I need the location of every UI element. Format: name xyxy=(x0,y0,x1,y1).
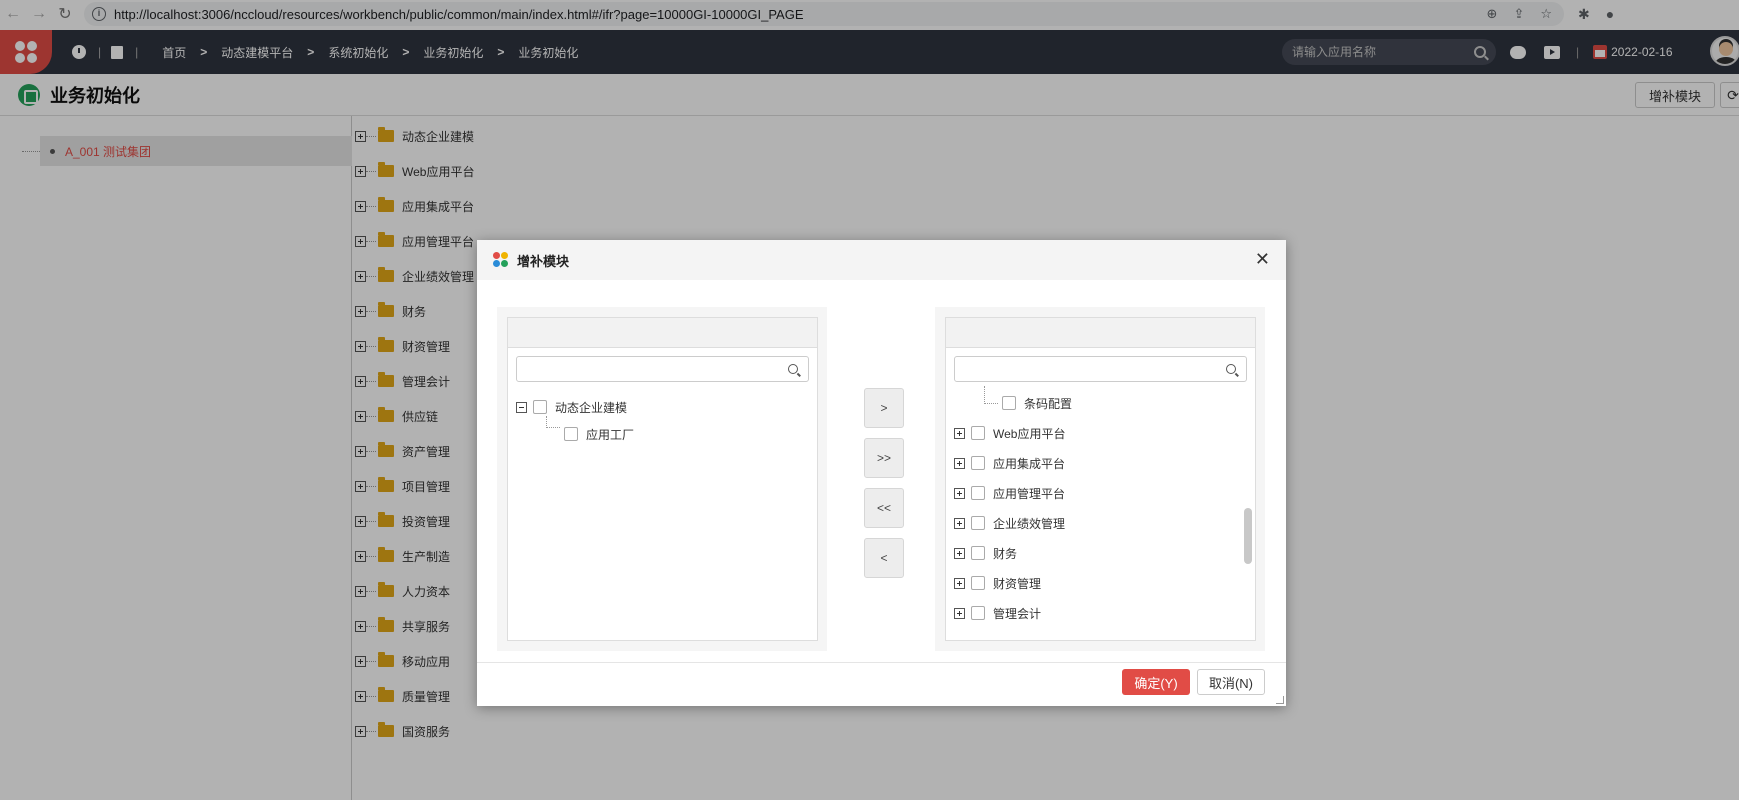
move-left-button[interactable]: < xyxy=(864,538,904,578)
tree-node[interactable]: 财务 xyxy=(954,544,1017,562)
tree-node[interactable]: Web应用平台 xyxy=(954,424,1065,442)
checkbox[interactable] xyxy=(971,456,985,470)
tree-node[interactable]: 企业绩效管理 xyxy=(954,514,1065,532)
checkbox[interactable] xyxy=(971,486,985,500)
tree-node[interactable]: 管理会计 xyxy=(954,604,1041,622)
checkbox[interactable] xyxy=(971,606,985,620)
cancel-button[interactable]: 取消(N) xyxy=(1197,669,1265,695)
tree-node[interactable]: 财资管理 xyxy=(954,574,1041,592)
dialog-title: 增补模块 xyxy=(517,253,570,269)
source-list-header xyxy=(508,318,817,348)
target-search-input[interactable] xyxy=(961,358,1221,380)
dialog-footer: 确定(Y) 取消(N) xyxy=(477,662,1286,706)
checkbox[interactable] xyxy=(564,427,578,441)
expand-icon[interactable] xyxy=(954,517,965,529)
tree-node[interactable]: 动态企业建模 xyxy=(516,398,627,416)
tree-node-label[interactable]: 应用管理平台 xyxy=(993,485,1065,502)
tree-node-label[interactable]: 条码配置 xyxy=(1024,395,1072,412)
source-list-panel: 动态企业建模 应用工厂 xyxy=(497,307,827,651)
checkbox[interactable] xyxy=(971,516,985,530)
target-search[interactable] xyxy=(954,356,1247,382)
expand-icon[interactable] xyxy=(954,487,965,499)
tree-node[interactable]: 应用管理平台 xyxy=(954,484,1065,502)
move-all-left-button[interactable]: << xyxy=(864,488,904,528)
expand-icon[interactable] xyxy=(954,427,965,439)
search-icon[interactable] xyxy=(1226,364,1236,374)
app-flower-icon xyxy=(493,252,509,268)
expand-icon[interactable] xyxy=(954,577,965,589)
search-icon[interactable] xyxy=(788,364,798,374)
scrollbar-thumb[interactable] xyxy=(1244,508,1252,564)
checkbox[interactable] xyxy=(971,426,985,440)
dialog-header: 增补模块 ✕ xyxy=(477,240,1286,280)
checkbox[interactable] xyxy=(533,400,547,414)
collapse-icon[interactable] xyxy=(516,401,527,413)
tree-node-label[interactable]: 企业绩效管理 xyxy=(993,515,1065,532)
source-search[interactable] xyxy=(516,356,809,382)
add-module-dialog: 增补模块 ✕ 动态企业建模 应用工厂 > >> << < 条码配置 Web应用平… xyxy=(477,240,1286,706)
resize-handle[interactable] xyxy=(1276,696,1284,704)
move-right-button[interactable]: > xyxy=(864,388,904,428)
expand-icon[interactable] xyxy=(954,607,965,619)
tree-node-label[interactable]: 管理会计 xyxy=(993,605,1041,622)
tree-node-label[interactable]: 财务 xyxy=(993,545,1017,562)
source-list: 动态企业建模 应用工厂 xyxy=(507,317,818,641)
tree-node-label[interactable]: 动态企业建模 xyxy=(555,399,627,416)
tree-node[interactable]: 应用集成平台 xyxy=(954,454,1065,472)
tree-node-label[interactable]: 应用工厂 xyxy=(586,426,634,443)
expand-icon[interactable] xyxy=(954,457,965,469)
move-all-right-button[interactable]: >> xyxy=(864,438,904,478)
tree-node[interactable]: 应用工厂 xyxy=(558,425,634,443)
tree-node-label[interactable]: Web应用平台 xyxy=(993,425,1065,442)
checkbox[interactable] xyxy=(971,576,985,590)
target-list: 条码配置 Web应用平台 应用集成平台 应用管理平台 企业绩效管理 财务 财资管… xyxy=(945,317,1256,641)
checkbox[interactable] xyxy=(971,546,985,560)
source-search-input[interactable] xyxy=(523,358,783,380)
close-icon[interactable]: ✕ xyxy=(1255,250,1270,268)
tree-node-label[interactable]: 财资管理 xyxy=(993,575,1041,592)
tree-node[interactable]: 条码配置 xyxy=(996,394,1072,412)
confirm-button[interactable]: 确定(Y) xyxy=(1122,669,1190,695)
tree-node-label[interactable]: 应用集成平台 xyxy=(993,455,1065,472)
target-list-panel: 条码配置 Web应用平台 应用集成平台 应用管理平台 企业绩效管理 财务 财资管… xyxy=(935,307,1265,651)
target-list-header xyxy=(946,318,1255,348)
checkbox[interactable] xyxy=(1002,396,1016,410)
expand-icon[interactable] xyxy=(954,547,965,559)
